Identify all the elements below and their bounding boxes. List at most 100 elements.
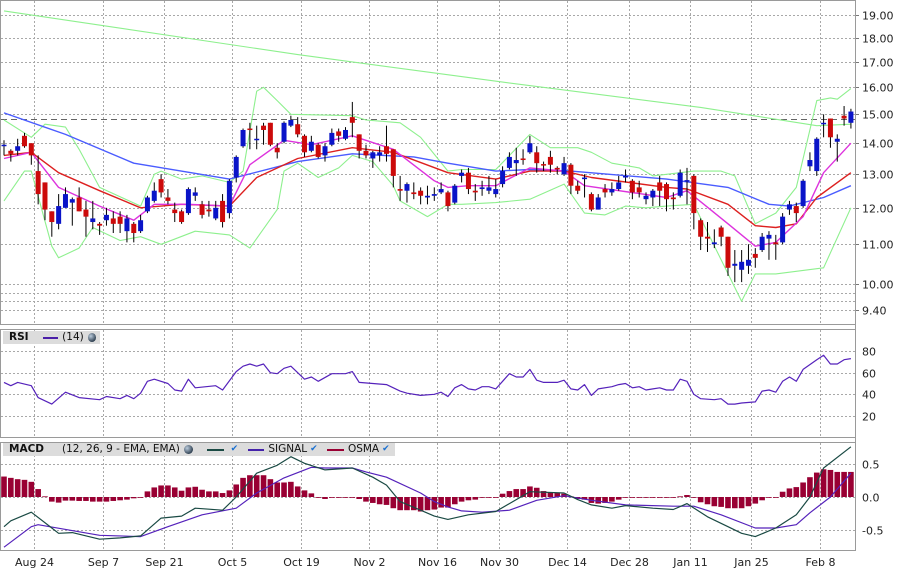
candle-body xyxy=(8,150,14,154)
candle-body xyxy=(547,156,553,165)
osma-bar xyxy=(390,497,397,509)
candle-body xyxy=(199,204,205,215)
osma-bar xyxy=(117,497,123,501)
osma-toggle-check-icon[interactable]: ✔ xyxy=(382,445,391,454)
candle-body xyxy=(766,234,772,239)
osma-bar xyxy=(595,497,602,504)
date-tick-label: Jan 11 xyxy=(672,556,707,569)
candle-body xyxy=(500,171,506,185)
date-tick-label: Sep 21 xyxy=(145,556,183,569)
candle-body xyxy=(226,180,232,214)
candle-up xyxy=(780,213,786,245)
osma-bar xyxy=(69,497,76,501)
candle-body xyxy=(288,119,294,126)
osma-bar xyxy=(294,486,301,497)
osma-bar xyxy=(458,497,465,502)
osma-bar xyxy=(677,496,683,498)
candle-body xyxy=(711,242,717,245)
osma-bar xyxy=(329,497,335,498)
candle-body xyxy=(172,209,178,214)
osma-bar xyxy=(684,495,690,497)
candle-body xyxy=(506,156,512,168)
candle-body xyxy=(117,216,123,224)
date-tick-label: Dec 14 xyxy=(548,556,587,569)
candle-body xyxy=(575,185,581,191)
osma-bar xyxy=(513,489,520,497)
candle-body xyxy=(814,138,820,172)
osma-bar xyxy=(151,487,158,497)
candle-body xyxy=(786,204,792,210)
candle-body xyxy=(315,144,321,157)
osma-bar xyxy=(335,497,342,498)
osma-bar xyxy=(165,485,171,497)
osma-swatch xyxy=(327,448,344,451)
candle-body xyxy=(206,209,212,212)
settings-globe-icon[interactable] xyxy=(87,333,96,342)
osma-bar xyxy=(288,481,294,497)
osma-bar xyxy=(89,497,96,502)
candle-body xyxy=(110,218,116,224)
candle-body xyxy=(732,263,738,266)
date-tick-label: Nov 30 xyxy=(480,556,519,569)
osma-bar xyxy=(226,490,233,497)
candle-body xyxy=(752,253,758,258)
osma-bar xyxy=(813,472,820,497)
macd-title: MACD xyxy=(9,443,44,455)
macd-line-swatch xyxy=(206,448,224,451)
osma-bar xyxy=(499,493,506,497)
osma-bar xyxy=(1,476,7,497)
osma-bar xyxy=(738,497,745,509)
candle-up xyxy=(452,184,458,205)
candle-body xyxy=(138,220,144,232)
candle-body xyxy=(356,134,362,151)
osma-bar xyxy=(834,471,841,497)
osma-bar xyxy=(759,497,765,501)
candle-body xyxy=(62,194,68,208)
price-tick-label: 16.00 xyxy=(862,82,894,95)
osma-bar xyxy=(171,487,178,497)
candle-body xyxy=(513,160,519,164)
osma-bar xyxy=(185,487,192,497)
candle-body xyxy=(609,189,615,193)
candle-up xyxy=(144,195,150,214)
candle-body xyxy=(445,192,451,207)
candle-body xyxy=(650,190,656,198)
rsi-tick-label: 20 xyxy=(862,411,876,424)
osma-bar xyxy=(772,497,779,498)
osma-bar xyxy=(8,477,14,497)
date-tick-label: Oct 5 xyxy=(218,556,248,569)
candle-body xyxy=(623,175,629,178)
osma-bar xyxy=(199,489,205,497)
candle-body xyxy=(363,150,369,156)
candle-body xyxy=(192,192,198,196)
stock-chart: Aug 24 Sep 7 Sep 21 Oct 5 Oct 19 Nov 2 Nov 16 N… xyxy=(0,0,894,569)
candle-body xyxy=(213,207,219,219)
candle-body xyxy=(718,227,724,237)
candle-body xyxy=(554,167,560,170)
date-tick-label: Feb 8 xyxy=(806,556,836,569)
osma-bar xyxy=(267,479,274,497)
candle-body xyxy=(267,122,273,145)
candle-body xyxy=(49,211,55,223)
osma-bar xyxy=(14,479,21,497)
candle-body xyxy=(827,118,833,138)
rsi-tick-label: 40 xyxy=(862,389,876,402)
osma-bar xyxy=(766,497,772,498)
osma-bar xyxy=(363,497,369,502)
osma-bar xyxy=(486,497,492,498)
price-tick-label: 18.00 xyxy=(862,33,894,46)
candle-body xyxy=(90,218,96,223)
signal-toggle-check-icon[interactable]: ✔ xyxy=(310,445,319,454)
candle-body xyxy=(527,143,533,153)
settings-globe-icon[interactable] xyxy=(183,445,193,454)
osma-label: OSMA xyxy=(347,443,380,455)
osma-bar xyxy=(472,497,479,500)
candle-body xyxy=(343,129,348,139)
date-tick-label: Nov 16 xyxy=(418,556,457,569)
candle-body xyxy=(83,209,89,217)
macd-toggle-check-icon[interactable]: ✔ xyxy=(231,445,240,454)
candle-body xyxy=(725,236,731,268)
candle-body xyxy=(411,192,417,195)
osma-bar xyxy=(376,497,383,505)
panel-frame xyxy=(0,442,856,551)
